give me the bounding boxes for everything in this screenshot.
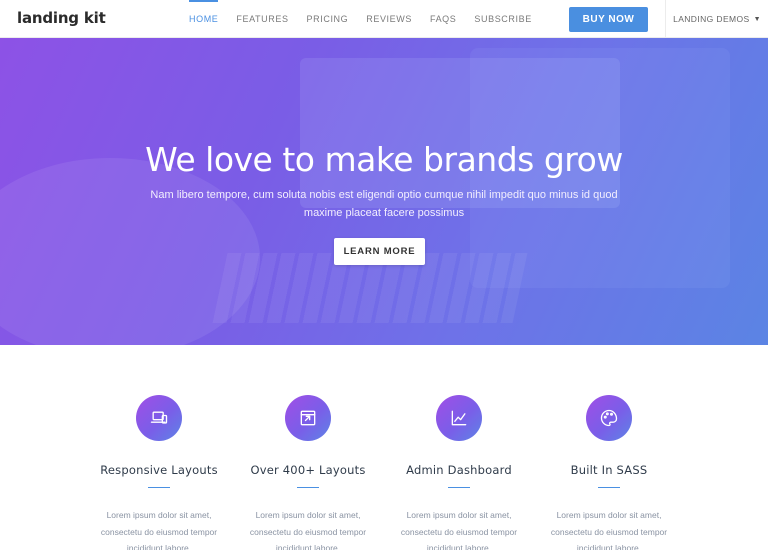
learn-more-button[interactable]: LEARN MORE <box>334 238 425 265</box>
nav-link-pricing[interactable]: PRICING <box>298 0 358 38</box>
nav-link-home[interactable]: HOME <box>180 0 227 38</box>
feature-title: Responsive Layouts <box>100 463 218 477</box>
hero-subtitle: Nam libero tempore, cum soluta nobis est… <box>150 189 618 219</box>
landing-demos-dropdown[interactable]: LANDING DEMOS ▼ <box>665 0 768 38</box>
feature-title: Admin Dashboard <box>406 463 512 477</box>
feature-text: Lorem ipsum dolor sit amet, consectetu d… <box>100 510 218 550</box>
nav-link-faqs[interactable]: FAQS <box>421 0 465 38</box>
buy-now-button[interactable]: BUY NOW <box>569 7 648 32</box>
landing-demos-label: LANDING DEMOS <box>673 14 750 24</box>
nav-links: HOME FEATURES PRICING REVIEWS FAQS SUBSC… <box>180 0 541 38</box>
feature-title: Over 400+ Layouts <box>250 463 366 477</box>
nav-link-subscribe[interactable]: SUBSCRIBE <box>465 0 540 38</box>
nav-link-features[interactable]: FEATURES <box>227 0 297 38</box>
feature-text: Lorem ipsum dolor sit amet, consectetu d… <box>400 510 518 550</box>
chevron-down-icon: ▼ <box>753 15 761 23</box>
navbar: landing kit HOME FEATURES PRICING REVIEW… <box>0 0 768 38</box>
brand-logo[interactable]: landing kit <box>17 9 106 27</box>
feature-divider <box>297 487 319 488</box>
palette-icon <box>586 395 632 441</box>
feature-divider <box>448 487 470 488</box>
feature-divider <box>598 487 620 488</box>
devices-icon <box>136 395 182 441</box>
feature-text: Lorem ipsum dolor sit amet, consectetu d… <box>550 510 668 550</box>
feature-divider <box>148 487 170 488</box>
nav-link-reviews[interactable]: REVIEWS <box>357 0 421 38</box>
feature-title: Built In SASS <box>570 463 648 477</box>
hero-title: We love to make brands grow <box>145 140 623 179</box>
layout-icon <box>285 395 331 441</box>
hero-section: We love to make brands grow Nam libero t… <box>0 38 768 345</box>
feature-text: Lorem ipsum dolor sit amet, consectetu d… <box>249 510 367 550</box>
features-section: Responsive Layouts Lorem ipsum dolor sit… <box>0 345 768 550</box>
chart-icon <box>436 395 482 441</box>
